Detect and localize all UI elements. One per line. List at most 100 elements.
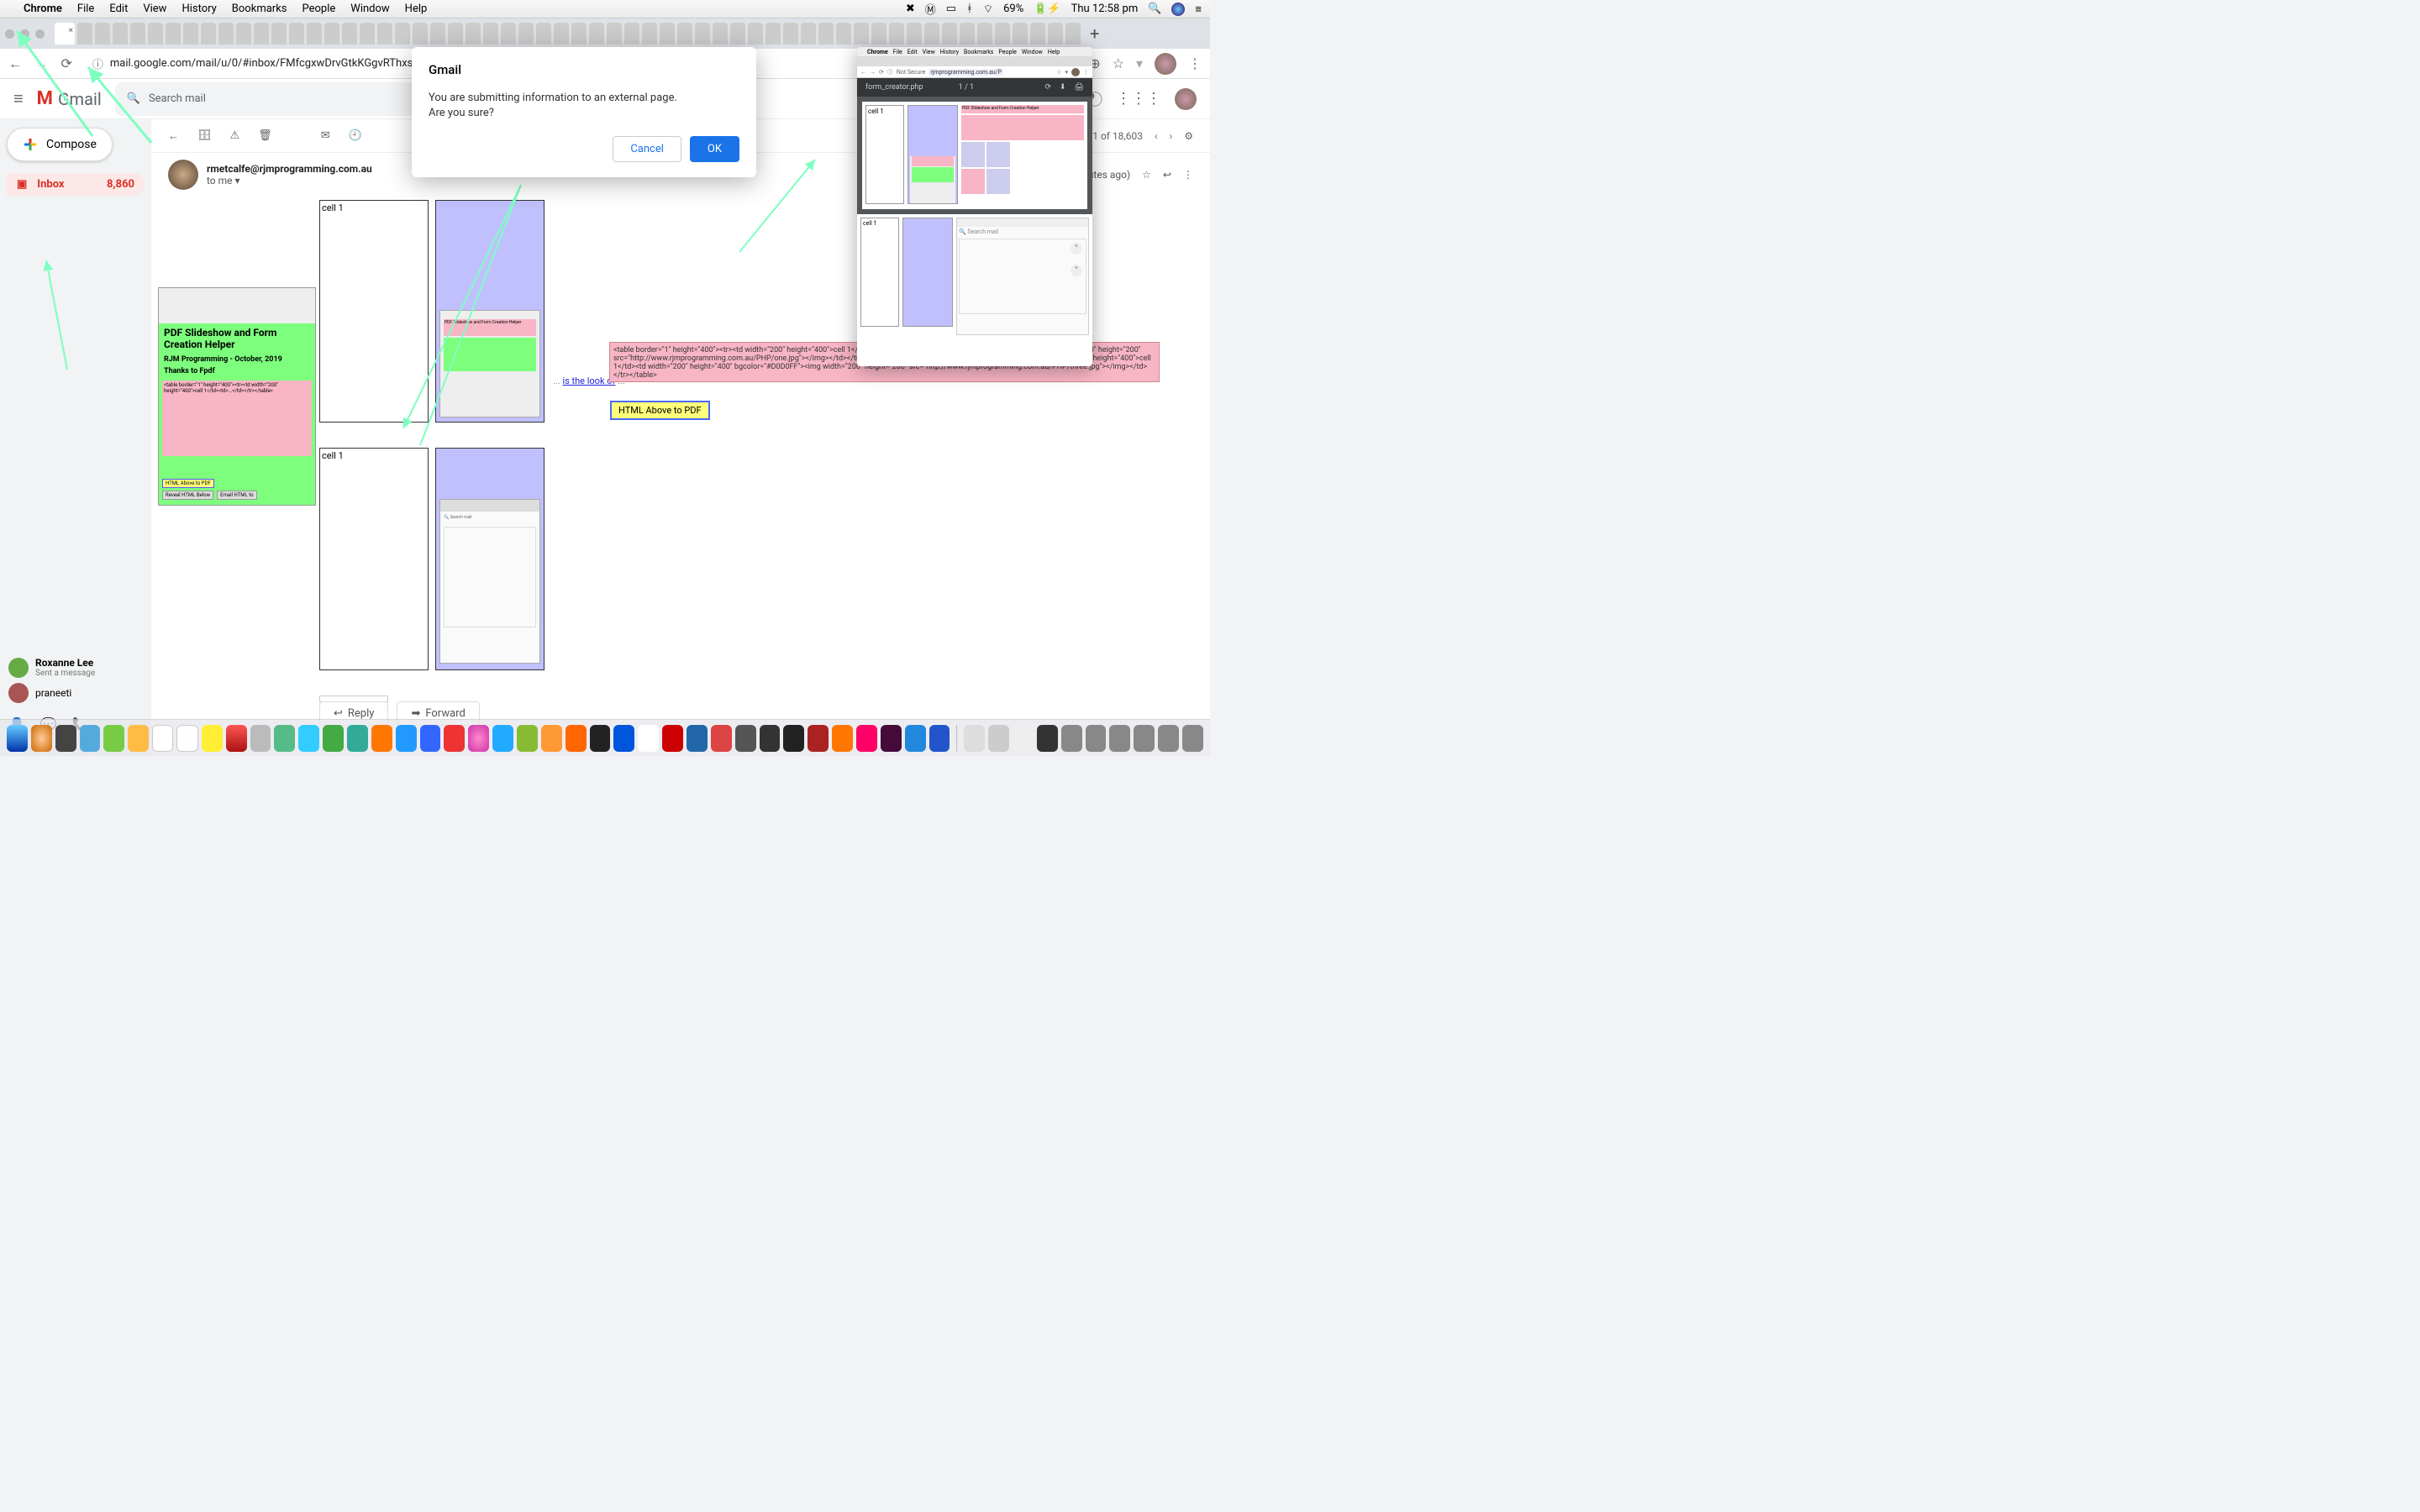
menu-icon[interactable]: ⋮ xyxy=(1188,55,1202,71)
rotate-icon[interactable]: ⟳ xyxy=(1044,83,1051,92)
browser-tab[interactable] xyxy=(660,23,675,45)
dock-app-icon[interactable] xyxy=(1013,725,1034,752)
browser-tab[interactable] xyxy=(395,23,410,45)
menu-help[interactable]: Help xyxy=(405,3,428,15)
site-info-icon[interactable]: ⓘ xyxy=(92,55,103,71)
dock-app-icon[interactable] xyxy=(323,725,344,752)
dock-app-icon[interactable] xyxy=(396,725,417,752)
dock-app-icon[interactable] xyxy=(613,725,634,752)
notifications-icon[interactable]: ≡ xyxy=(1195,3,1202,16)
browser-tab[interactable] xyxy=(448,23,463,45)
browser-tab[interactable] xyxy=(942,23,957,45)
dock-app-icon[interactable] xyxy=(226,725,247,752)
browser-tab[interactable] xyxy=(413,23,428,45)
browser-tab[interactable] xyxy=(836,23,851,45)
browser-tab[interactable] xyxy=(642,23,657,45)
browser-tab[interactable] xyxy=(518,23,534,45)
dock-app-icon[interactable] xyxy=(468,725,489,752)
unread-icon[interactable]: ✉ xyxy=(321,129,330,142)
browser-tab[interactable] xyxy=(148,23,163,45)
apps-icon[interactable]: ⋮⋮⋮ xyxy=(1116,90,1161,108)
dock-app-icon[interactable] xyxy=(250,725,271,752)
browser-tab[interactable] xyxy=(783,23,798,45)
dock-app-icon[interactable] xyxy=(31,725,52,752)
browser-tab-active[interactable]: × xyxy=(55,23,75,45)
print-icon[interactable]: 🖨 xyxy=(1075,83,1084,92)
close-icon[interactable]: × xyxy=(69,26,73,35)
browser-tab[interactable] xyxy=(307,23,322,45)
browser-tab[interactable] xyxy=(554,23,569,45)
browser-tab[interactable] xyxy=(677,23,692,45)
chat-contact[interactable]: Roxanne LeeSent a message xyxy=(8,654,151,680)
dock-app-icon[interactable] xyxy=(1158,725,1179,752)
dock-app-icon[interactable] xyxy=(1134,725,1155,752)
dock-app-icon[interactable] xyxy=(687,725,708,752)
browser-tab[interactable] xyxy=(236,23,251,45)
browser-tab[interactable] xyxy=(289,23,304,45)
browser-tab[interactable] xyxy=(907,23,922,45)
menu-file[interactable]: File xyxy=(77,3,94,15)
mini-addressbar[interactable]: ←→⟳ ⓘNot Secure rjmprogramming.com.au/P … xyxy=(857,66,1092,78)
dock-app-icon[interactable] xyxy=(298,725,319,752)
dock-app-icon[interactable] xyxy=(541,725,562,752)
star-icon[interactable]: ☆ xyxy=(1113,55,1124,71)
battery-icon[interactable]: 🔋⚡ xyxy=(1034,3,1060,15)
dock-app-icon[interactable] xyxy=(420,725,441,752)
menu-edit[interactable]: Edit xyxy=(109,3,128,15)
app-name[interactable]: Chrome xyxy=(24,3,62,15)
dock-app-icon[interactable] xyxy=(856,725,877,752)
dock-app-icon[interactable] xyxy=(176,725,197,752)
menu-bookmarks[interactable]: Bookmarks xyxy=(232,3,287,15)
dock-app-icon[interactable] xyxy=(371,725,392,752)
status-icon[interactable]: ✖︎ xyxy=(906,3,915,15)
dock-app-icon[interactable] xyxy=(103,725,124,752)
browser-tab[interactable] xyxy=(995,23,1010,45)
profile-avatar[interactable] xyxy=(1155,53,1176,75)
browser-tab[interactable] xyxy=(607,23,622,45)
browser-tab[interactable] xyxy=(271,23,287,45)
star-icon[interactable]: ☆ xyxy=(1142,169,1151,181)
spam-icon[interactable]: ⚠ xyxy=(230,129,240,142)
wifi-icon[interactable]: ⌔ xyxy=(983,3,993,16)
browser-tab[interactable] xyxy=(871,23,886,45)
browser-tab[interactable] xyxy=(924,23,939,45)
pdf-preview-window[interactable]: Chrome FileEditViewHistoryBookmarksPeopl… xyxy=(857,47,1092,366)
browser-tab[interactable] xyxy=(1065,23,1081,45)
browser-tab[interactable] xyxy=(589,23,604,45)
bluetooth-icon[interactable]: ᚼ xyxy=(966,3,973,15)
browser-tab[interactable] xyxy=(818,23,834,45)
dock-app-icon[interactable] xyxy=(662,725,683,752)
dock-app-icon[interactable] xyxy=(735,725,756,752)
dock-app-icon[interactable] xyxy=(347,725,368,752)
browser-tab[interactable] xyxy=(889,23,904,45)
browser-tab[interactable] xyxy=(854,23,869,45)
dock-app-icon[interactable] xyxy=(1086,725,1107,752)
settings-icon[interactable]: ⚙ xyxy=(1184,130,1193,142)
ok-button[interactable]: OK xyxy=(690,136,739,162)
cancel-button[interactable]: Cancel xyxy=(613,136,681,162)
browser-tab[interactable] xyxy=(130,23,145,45)
html-above-to-pdf-button[interactable]: HTML Above to PDF xyxy=(610,401,710,420)
browser-tab[interactable] xyxy=(183,23,198,45)
next-icon[interactable]: › xyxy=(1170,130,1173,142)
dock-app-icon[interactable] xyxy=(55,725,76,752)
dock-app-icon[interactable] xyxy=(80,725,101,752)
back-icon[interactable]: ← xyxy=(168,129,179,143)
extension-icon[interactable]: ▾ xyxy=(1136,55,1143,71)
dock-app-icon[interactable] xyxy=(881,725,902,752)
screen-icon[interactable]: ▭ xyxy=(946,3,956,15)
menu-people[interactable]: People xyxy=(302,3,336,15)
browser-tab[interactable] xyxy=(218,23,234,45)
dock-app-icon[interactable] xyxy=(517,725,538,752)
menu-history[interactable]: History xyxy=(182,3,216,15)
dock-app-icon[interactable] xyxy=(783,725,804,752)
dock-app-icon[interactable] xyxy=(444,725,465,752)
browser-tab[interactable] xyxy=(960,23,975,45)
dock-app-icon[interactable] xyxy=(152,725,173,752)
browser-tab[interactable] xyxy=(1048,23,1063,45)
dock-app-icon[interactable] xyxy=(711,725,732,752)
account-avatar[interactable] xyxy=(1175,88,1197,110)
browser-tab[interactable] xyxy=(95,23,110,45)
chat-contact[interactable]: praneeti xyxy=(8,680,151,706)
dock-app-icon[interactable] xyxy=(1037,725,1058,752)
